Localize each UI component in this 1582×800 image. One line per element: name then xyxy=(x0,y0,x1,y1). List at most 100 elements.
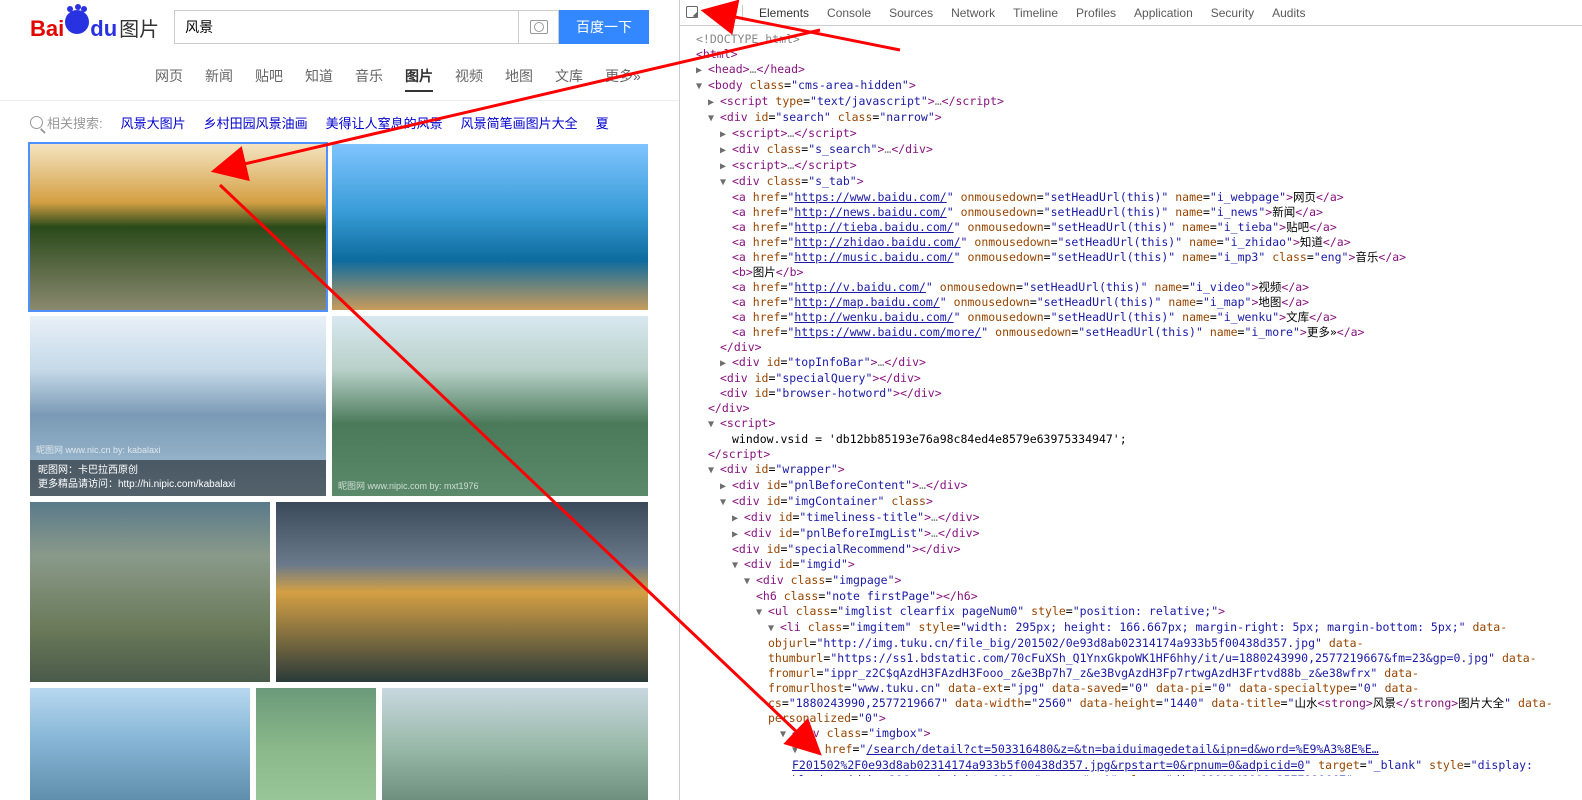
image-result[interactable] xyxy=(30,144,326,310)
baidu-logo[interactable]: Bai du 图片 xyxy=(30,12,159,42)
image-result[interactable] xyxy=(256,688,376,800)
tree-line[interactable]: <div id="specialQuery"></div> xyxy=(684,371,1578,386)
image-result[interactable] xyxy=(382,688,648,800)
elements-tree[interactable]: <!DOCTYPE html> <html> <head>…</head> <b… xyxy=(680,26,1582,776)
related-link[interactable]: 风景简笔画图片大全 xyxy=(461,113,578,132)
tab-security[interactable]: Security xyxy=(1209,2,1256,24)
related-search: 相关搜索: 风景大图片 乡村田园风景油画 美得让人窒息的风景 风景简笔画图片大全… xyxy=(0,101,679,144)
device-toggle-icon[interactable] xyxy=(714,6,728,20)
tree-line[interactable]: <script>…</script> xyxy=(684,158,1578,174)
tree-line[interactable]: <div class="s_tab"> xyxy=(684,174,1578,190)
tab-web[interactable]: 网页 xyxy=(155,62,183,92)
tab-wenku[interactable]: 文库 xyxy=(555,62,583,92)
tree-line[interactable]: <div id="pnlBeforeContent">…</div> xyxy=(684,478,1578,494)
tree-line[interactable]: <a href="https://www.baidu.com/" onmouse… xyxy=(684,190,1578,205)
nav-tabs: 网页 新闻 贴吧 知道 音乐 图片 视频 地图 文库 更多» xyxy=(0,54,679,101)
camera-icon xyxy=(530,20,548,34)
tab-zhidao[interactable]: 知道 xyxy=(305,62,333,92)
tree-line[interactable]: <script type="text/javascript">…</script… xyxy=(684,94,1578,110)
tree-line[interactable]: <div class="imgpage"> xyxy=(684,573,1578,589)
tab-elements[interactable]: Elements xyxy=(757,2,811,24)
image-overlay: 昵图网：卡巴拉西原创 更多精品请访问：http://hi.nipic.com/k… xyxy=(30,460,326,496)
tab-timeline[interactable]: Timeline xyxy=(1011,2,1060,24)
tree-line[interactable]: <div id="imgContainer" class> xyxy=(684,494,1578,510)
tree-line[interactable]: </div> xyxy=(684,401,1578,416)
tab-profiles[interactable]: Profiles xyxy=(1074,2,1118,24)
logo-bai: Bai xyxy=(30,16,64,41)
image-result[interactable] xyxy=(276,502,648,682)
tree-line[interactable]: </script> xyxy=(684,447,1578,462)
related-link[interactable]: 夏 xyxy=(596,113,609,132)
search-box: 百度一下 xyxy=(174,10,649,44)
tree-line[interactable]: <a href="http://music.baidu.com/" onmous… xyxy=(684,250,1578,265)
tree-line[interactable]: <a href="http://map.baidu.com/" onmoused… xyxy=(684,295,1578,310)
tree-line[interactable]: <h6 class="note firstPage"></h6> xyxy=(684,589,1578,604)
watermark: 昵图网 www.nic.cn by: kabalaxi xyxy=(36,443,161,456)
related-link[interactable]: 风景大图片 xyxy=(121,113,186,132)
tree-line[interactable]: <li class="imgitem" style="width: 295px;… xyxy=(684,620,1578,726)
camera-button[interactable] xyxy=(519,10,559,44)
related-link[interactable]: 美得让人窒息的风景 xyxy=(326,113,443,132)
tree-line[interactable]: <div id="pnlBeforeImgList">…</div> xyxy=(684,526,1578,542)
tree-line[interactable]: <div id="timeliness-title">…</div> xyxy=(684,510,1578,526)
tab-application[interactable]: Application xyxy=(1132,2,1195,24)
related-label: 相关搜索: xyxy=(30,113,103,132)
tree-line[interactable]: <div class="imgbox"> xyxy=(684,726,1578,742)
image-result[interactable]: 昵图网：卡巴拉西原创 更多精品请访问：http://hi.nipic.com/k… xyxy=(30,316,326,496)
tree-line[interactable]: <div id="specialRecommend"></div> xyxy=(684,542,1578,557)
devtools-tabs: Elements Console Sources Network Timelin… xyxy=(680,0,1582,26)
image-result[interactable] xyxy=(332,144,648,310)
tree-line[interactable]: <a href="http://news.baidu.com/" onmouse… xyxy=(684,205,1578,220)
tree-line[interactable]: <div id="search" class="narrow"> xyxy=(684,110,1578,126)
tree-line[interactable]: <a href="http://v.baidu.com/" onmousedow… xyxy=(684,280,1578,295)
related-link[interactable]: 乡村田园风景油画 xyxy=(204,113,308,132)
tab-music[interactable]: 音乐 xyxy=(355,62,383,92)
tree-line[interactable]: <div id="browser-hotword"></div> xyxy=(684,386,1578,401)
paw-icon xyxy=(65,10,89,34)
tree-line[interactable]: <script>…</script> xyxy=(684,126,1578,142)
tree-line[interactable]: <a href="http://tieba.baidu.com/" onmous… xyxy=(684,220,1578,235)
tree-line[interactable]: <!DOCTYPE html> xyxy=(684,32,1578,47)
tab-audits[interactable]: Audits xyxy=(1270,2,1307,24)
tab-news[interactable]: 新闻 xyxy=(205,62,233,92)
tree-line[interactable]: <a href="/search/detail?ct=503316480&z=&… xyxy=(684,742,1578,776)
image-grid: 昵图网：卡巴拉西原创 更多精品请访问：http://hi.nipic.com/k… xyxy=(0,144,679,800)
tree-line[interactable]: window.vsid = 'db12bb85193e76a98c84ed4e8… xyxy=(684,432,1578,447)
tree-line[interactable]: <div id="topInfoBar">…</div> xyxy=(684,355,1578,371)
watermark: 昵图网 www.nipic.com by: mxt1976 xyxy=(338,479,479,492)
tab-sources[interactable]: Sources xyxy=(887,2,935,24)
tab-more[interactable]: 更多» xyxy=(605,62,641,92)
tree-line[interactable]: <script> xyxy=(684,416,1578,432)
tab-console[interactable]: Console xyxy=(825,2,873,24)
tree-line[interactable]: <b>图片</b> xyxy=(684,265,1578,280)
tab-map[interactable]: 地图 xyxy=(505,62,533,92)
image-result[interactable] xyxy=(30,502,270,682)
separator xyxy=(742,5,743,21)
tree-line[interactable]: <ul class="imglist clearfix pageNum0" st… xyxy=(684,604,1578,620)
image-result[interactable]: 昵图网 www.nipic.com by: mxt1976 xyxy=(332,316,648,496)
image-result[interactable] xyxy=(30,688,250,800)
tab-image[interactable]: 图片 xyxy=(405,62,433,92)
tree-line[interactable]: <a href="http://zhidao.baidu.com/" onmou… xyxy=(684,235,1578,250)
tree-line[interactable]: <html> xyxy=(684,47,1578,62)
tree-line[interactable]: <div class="s_search">…</div> xyxy=(684,142,1578,158)
logo-suffix: 图片 xyxy=(119,13,159,42)
tree-line[interactable]: <head>…</head> xyxy=(684,62,1578,78)
search-input[interactable] xyxy=(174,10,519,44)
tab-tieba[interactable]: 贴吧 xyxy=(255,62,283,92)
overlay-line: 昵图网：卡巴拉西原创 xyxy=(38,464,318,478)
tree-line[interactable]: <div id="wrapper"> xyxy=(684,462,1578,478)
inspect-icon[interactable] xyxy=(686,6,700,20)
tree-line[interactable]: <a href="http://wenku.baidu.com/" onmous… xyxy=(684,310,1578,325)
tree-line[interactable]: <a href="https://www.baidu.com/more/" on… xyxy=(684,325,1578,340)
search-button[interactable]: 百度一下 xyxy=(559,10,649,44)
tree-line[interactable]: <body class="cms-area-hidden"> xyxy=(684,78,1578,94)
tab-video[interactable]: 视频 xyxy=(455,62,483,92)
browser-page: Bai du 图片 百度一下 网页 新闻 贴吧 知道 音乐 图片 视频 地图 文库… xyxy=(0,0,680,800)
logo-du: du xyxy=(90,16,117,41)
header: Bai du 图片 百度一下 xyxy=(0,0,679,54)
search-icon xyxy=(30,116,43,129)
tab-network[interactable]: Network xyxy=(949,2,997,24)
tree-line[interactable]: <div id="imgid"> xyxy=(684,557,1578,573)
tree-line[interactable]: </div> xyxy=(684,340,1578,355)
